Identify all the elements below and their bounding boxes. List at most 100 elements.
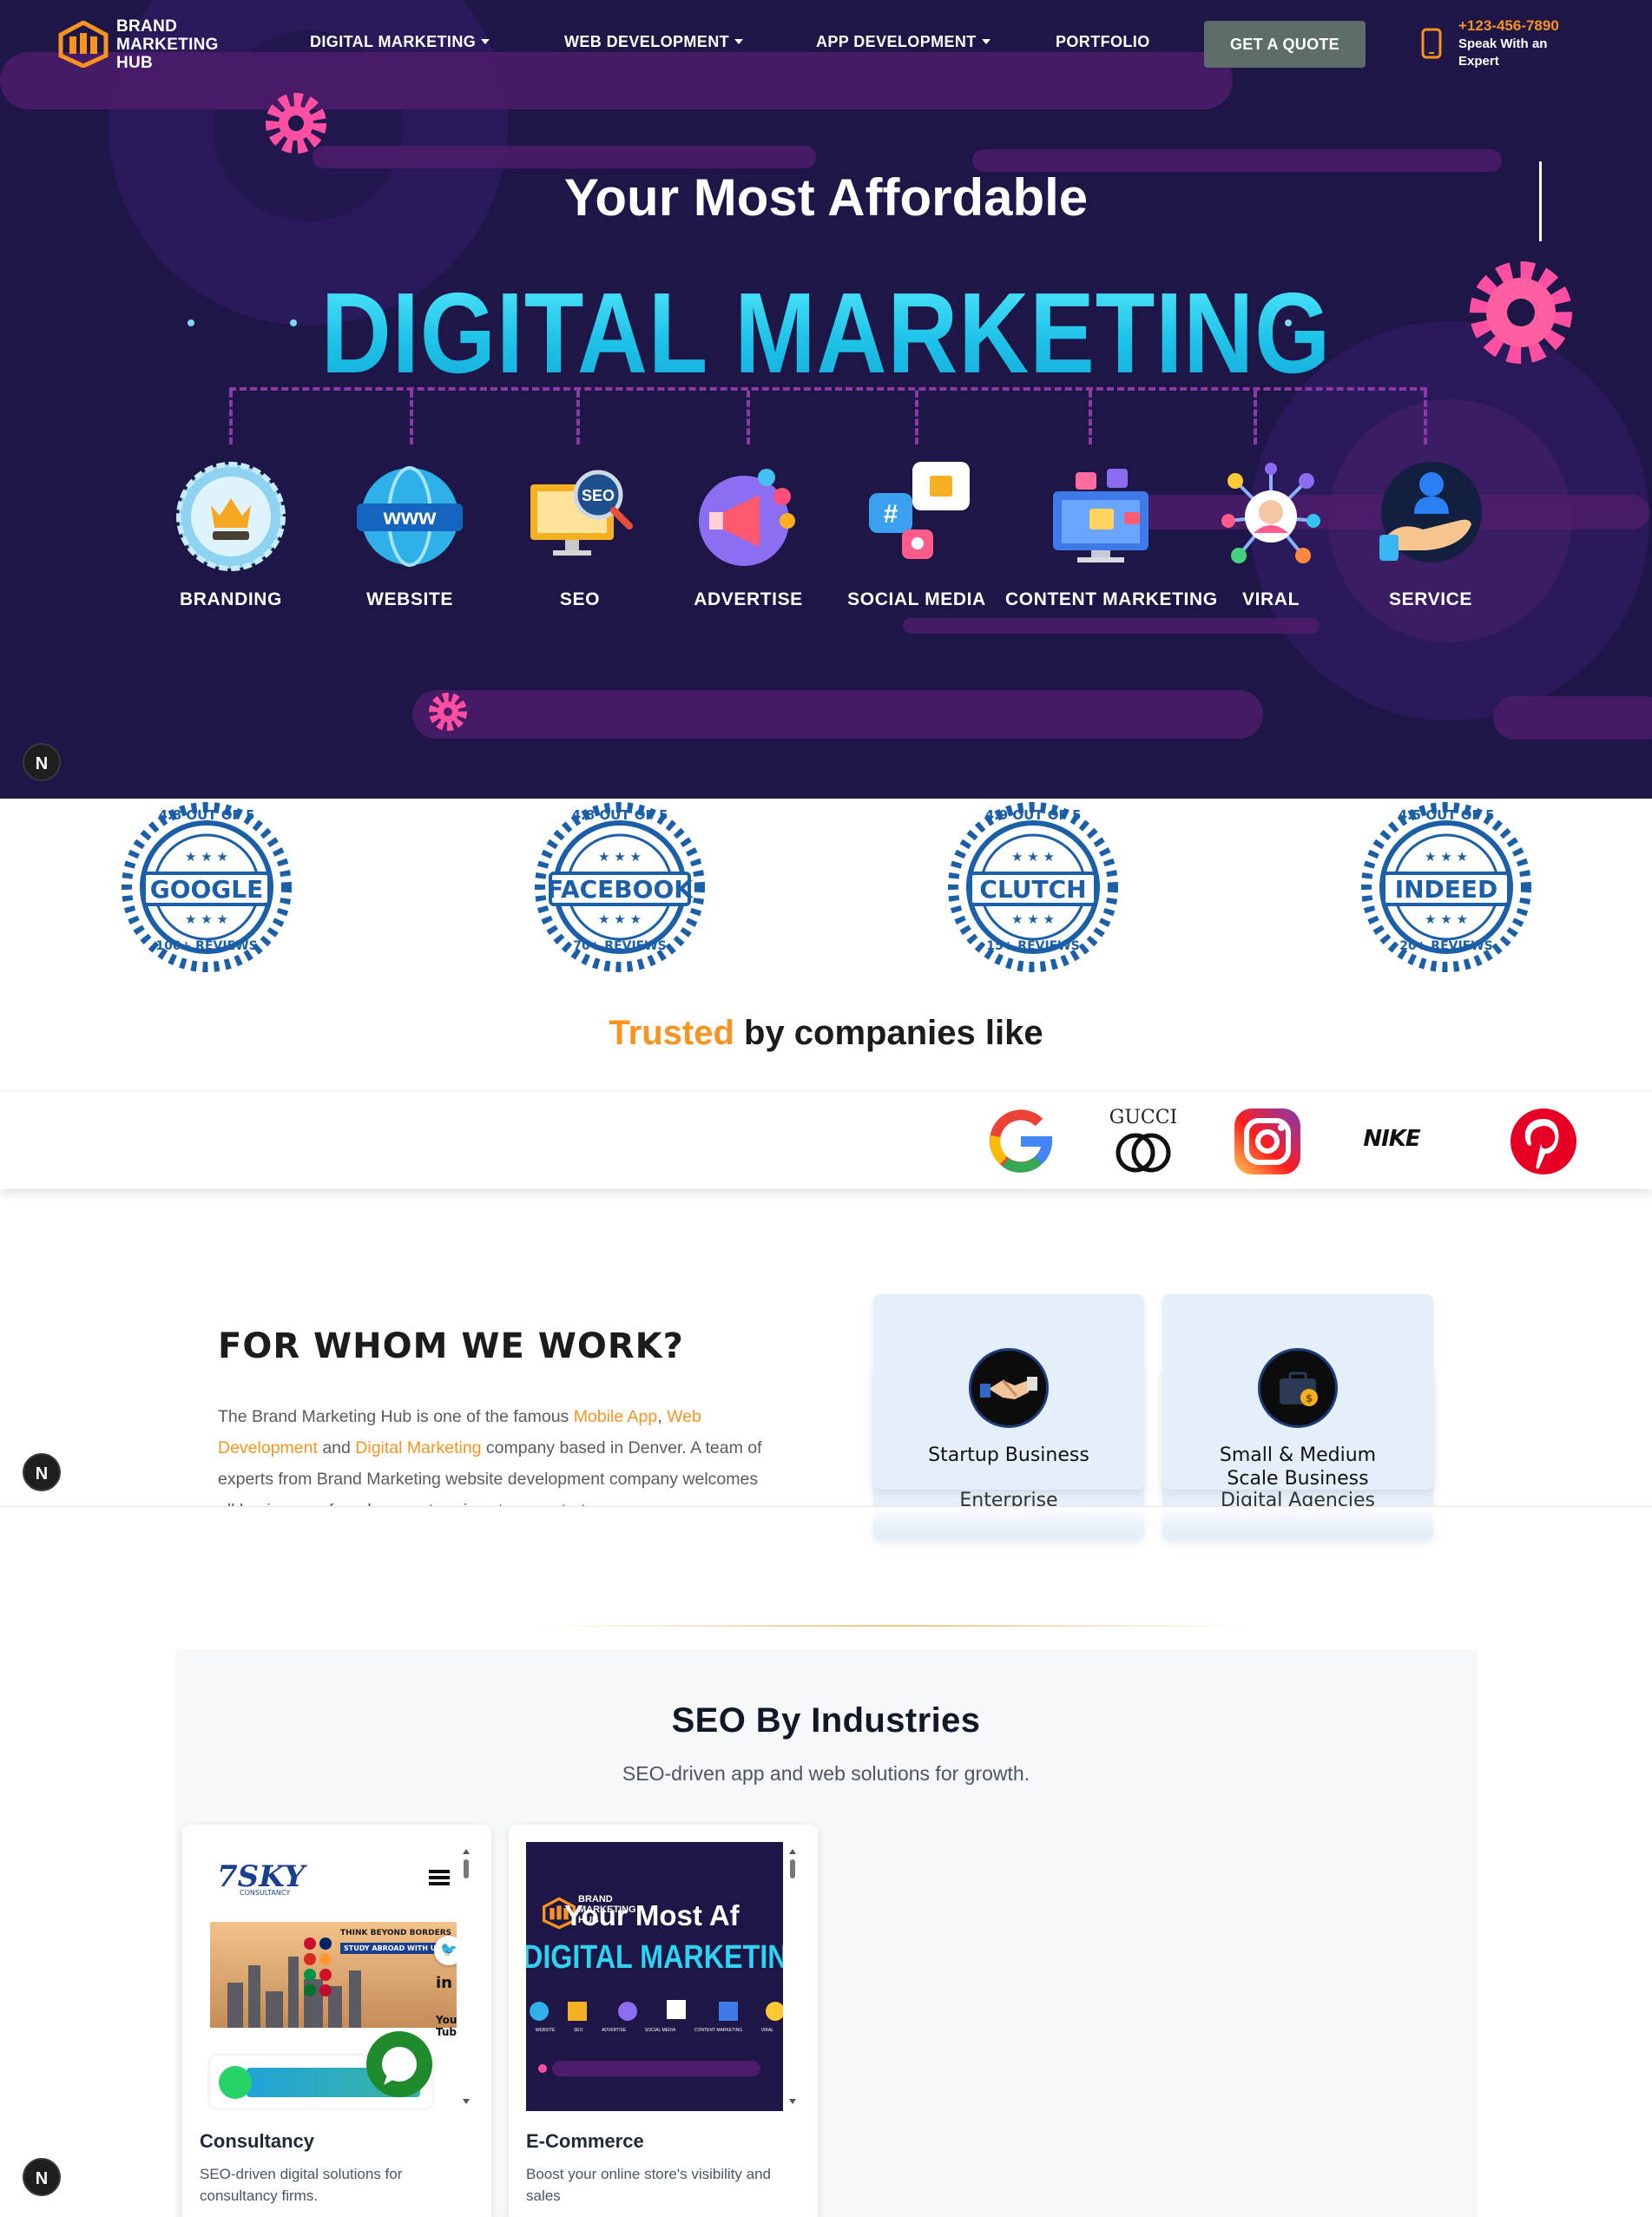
industry-description: SEO-driven digital solutions for consult… <box>200 2166 403 2204</box>
n-badge-button[interactable]: N <box>23 1453 61 1491</box>
service-seo[interactable]: SEO SEO <box>484 460 675 610</box>
briefcase-icon: $ <box>1258 1348 1338 1428</box>
service-label: SOCIAL MEDIA <box>847 589 986 609</box>
whom-card-label: Small & Medium Scale Business <box>1219 1444 1377 1490</box>
for-whom-paragraph: The Brand Marketing Hub is one of the fa… <box>218 1407 762 1509</box>
pinterest-logo-icon <box>1510 1108 1576 1174</box>
review-badge-facebook: ★ ★ ★ ★ ★ ★ 4.8 OUT OF 5 FACEBOOK 70+ RE… <box>512 800 727 979</box>
nav-web-development[interactable]: WEB DEVELOPMENT <box>564 33 744 51</box>
industry-description: Boost your online store's visibility and… <box>526 2166 771 2204</box>
brand-logo-text: BRAND MARKETING HUB <box>116 17 219 72</box>
whom-card-label: Startup Business <box>928 1444 1089 1466</box>
industry-name: Consultancy <box>200 2130 315 2152</box>
google-logo-icon <box>990 1109 1053 1173</box>
badge-platform: GOOGLE <box>149 875 264 904</box>
nav-app-development[interactable]: APP DEVELOPMENT <box>816 33 991 51</box>
service-label: BRANDING <box>180 589 282 609</box>
industry-name: E-Commerce <box>526 2130 644 2152</box>
www-globe-icon: www <box>357 466 463 567</box>
badge-platform: CLUTCH <box>979 875 1087 904</box>
gold-divider <box>538 1625 1250 1627</box>
nav-portfolio[interactable]: PORTFOLIO <box>1056 33 1150 51</box>
svg-text:★ ★ ★: ★ ★ ★ <box>1011 911 1055 927</box>
service-label: ADVERTISE <box>694 589 803 609</box>
service-advertise[interactable]: ADVERTISE <box>653 460 844 610</box>
badge-rating: 4.8 OUT OF 5 <box>158 807 255 823</box>
service-social-media[interactable]: # SOCIAL MEDIA <box>821 460 1012 610</box>
svg-text:★ ★ ★: ★ ★ ★ <box>1425 849 1468 865</box>
megaphone-icon <box>699 469 795 566</box>
badge-review-count: 20+ REVIEWS <box>1399 939 1493 953</box>
svg-text:★ ★ ★: ★ ★ ★ <box>1011 849 1055 865</box>
whatsapp-icon <box>219 2066 252 2099</box>
preview-scrollbar[interactable] <box>788 1847 797 2108</box>
preview-service-labels: WEBSITE SEO ADVERTISE SOCIAL MEDIA CONTENT M… <box>535 2028 774 2033</box>
svg-text:SEO: SEO <box>582 487 615 504</box>
service-label: CONTENT MARKETING <box>1005 589 1218 609</box>
whom-card-small-medium[interactable]: $ Small & Medium Scale Business <box>1162 1294 1433 1490</box>
handshake-icon <box>969 1348 1049 1428</box>
n-badge-button[interactable]: N <box>23 743 61 781</box>
bmh-logo-mark-icon <box>58 21 109 68</box>
pink-gear-icon <box>538 2064 547 2073</box>
preview-service-icons <box>526 1995 783 2030</box>
consultancy-hero-banner: THINK BEYOND BORDERS STUDY ABROAD WITH U… <box>210 1922 457 2028</box>
get-a-quote-button[interactable]: GET A QUOTE <box>1204 21 1366 68</box>
chevron-down-icon <box>481 39 490 44</box>
svg-text:$: $ <box>1306 1392 1313 1405</box>
top-navigation: BRAND MARKETING HUB DIGITAL MARKETING WE… <box>0 0 1652 87</box>
service-service[interactable]: SERVICE <box>1335 460 1526 610</box>
svg-text:www: www <box>383 503 437 530</box>
country-flags <box>304 1937 332 1997</box>
hamburger-menu-icon[interactable] <box>429 1868 451 1887</box>
seo-industries-subtitle: SEO-driven app and web solutions for gro… <box>622 1762 1030 1785</box>
phone-number[interactable]: +123-456-7890 <box>1458 17 1559 35</box>
badge-rating: 4.5 OUT OF 5 <box>1398 807 1495 823</box>
instagram-logo-icon <box>1234 1108 1300 1174</box>
svg-text:#: # <box>884 500 898 529</box>
gucci-gg-icon <box>1116 1133 1171 1173</box>
twitter-icon[interactable]: 🐦 <box>434 1936 457 1965</box>
service-content-marketing[interactable]: CONTENT MARKETING <box>1005 460 1218 610</box>
link-digital-marketing[interactable]: Digital Marketing <box>355 1438 481 1457</box>
hand-person-icon <box>1379 462 1482 562</box>
service-connector-lines <box>229 387 1427 444</box>
social-chat-icon: # <box>869 462 970 559</box>
n-badge-button[interactable]: N <box>23 2158 61 2196</box>
hero-banner: BRAND MARKETING HUB DIGITAL MARKETING WE… <box>0 0 1652 799</box>
svg-text:★ ★ ★: ★ ★ ★ <box>185 849 228 865</box>
link-mobile-app[interactable]: Mobile App <box>574 1407 657 1426</box>
phone-subtitle: Speak With an Expert <box>1458 36 1548 69</box>
review-badge-clutch: ★ ★ ★ ★ ★ ★ 4.9 OUT OF 5 CLUTCH 15+ REVI… <box>925 800 1141 979</box>
chat-bubble-icon <box>382 2047 417 2085</box>
preview-scrollbar[interactable] <box>462 1847 471 2108</box>
text-cursor <box>1539 161 1542 241</box>
whom-card-startup[interactable]: Startup Business <box>873 1294 1144 1490</box>
ecommerce-site-preview[interactable]: BRAND MARKETING HUB Your Most Af DIGITAL… <box>526 1842 783 2111</box>
badge-rating: 4.9 OUT OF 5 <box>984 807 1082 823</box>
youtube-icon[interactable]: YouTube <box>436 2014 457 2038</box>
phone-icon <box>1421 28 1442 59</box>
linkedin-icon[interactable]: in <box>436 1974 452 1992</box>
brand-logo[interactable]: BRAND MARKETING HUB <box>57 16 231 72</box>
review-badge-indeed: ★ ★ ★ ★ ★ ★ 4.5 OUT OF 5 INDEED 20+ REVI… <box>1339 800 1554 979</box>
badge-review-count: 100+ REVIEWS <box>155 939 258 953</box>
service-branding[interactable]: BRANDING <box>135 460 326 610</box>
chat-button[interactable] <box>366 2031 432 2097</box>
svg-text:★ ★ ★: ★ ★ ★ <box>185 911 228 927</box>
industry-card-ecommerce[interactable]: BRAND MARKETING HUB Your Most Af DIGITAL… <box>509 1825 818 2217</box>
svg-text:★ ★ ★: ★ ★ ★ <box>598 849 642 865</box>
badge-platform: FACEBOOK <box>547 875 693 904</box>
service-website[interactable]: www WEBSITE <box>314 460 505 610</box>
chevron-down-icon <box>981 39 991 44</box>
hero-title: DIGITAL MARKETING <box>124 267 1529 398</box>
review-badge-google: ★ ★ ★ ★ ★ ★ 4.8 OUT OF 5 GOOGLE 100+ REV… <box>99 800 314 979</box>
service-label: WEBSITE <box>366 589 453 609</box>
service-label: SEO <box>559 589 601 609</box>
industry-card-consultancy[interactable]: 7SKY CONSULTANCY THINK BEYOND BORDERS ST… <box>182 1825 491 2217</box>
viral-network-icon <box>1221 463 1320 563</box>
svg-text:★ ★ ★: ★ ★ ★ <box>1425 911 1468 927</box>
trusted-heading: Trusted by companies like <box>609 1014 1043 1052</box>
nav-digital-marketing[interactable]: DIGITAL MARKETING <box>310 33 490 51</box>
preview-hero-title: DIGITAL MARKETING <box>526 1939 783 1976</box>
